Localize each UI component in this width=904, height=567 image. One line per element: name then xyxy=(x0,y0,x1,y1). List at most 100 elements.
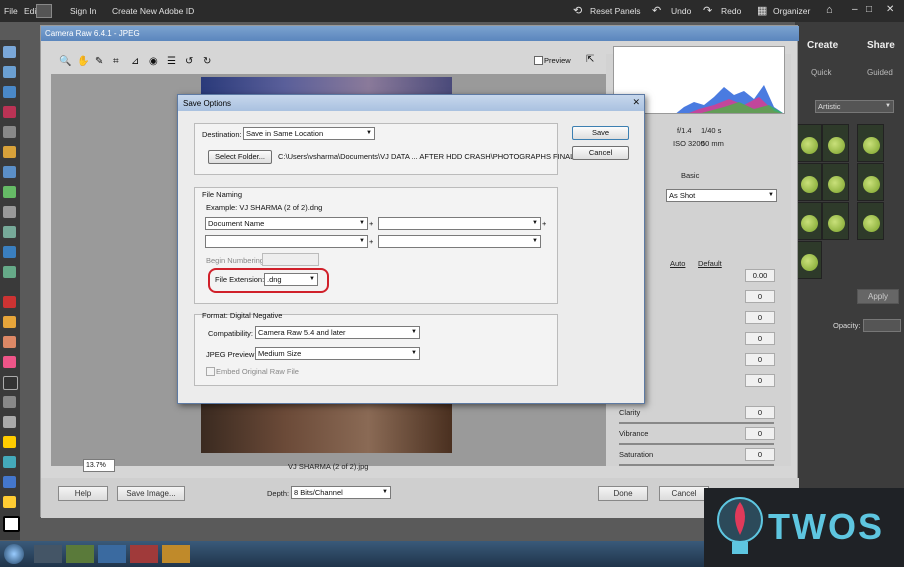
red-eye-icon[interactable] xyxy=(3,296,16,308)
naming-field-2[interactable]: ▼ xyxy=(378,217,541,230)
move-tool-icon[interactable] xyxy=(3,46,16,58)
lasso-icon[interactable] xyxy=(3,146,16,158)
blacks-field[interactable]: 0 xyxy=(745,332,775,345)
shape-tool-icon[interactable] xyxy=(3,456,16,468)
cancel-button[interactable]: Cancel xyxy=(572,146,629,160)
zoom-tool-icon[interactable] xyxy=(3,66,16,78)
apply-button[interactable]: Apply xyxy=(857,289,899,304)
undo-button[interactable]: Undo xyxy=(671,6,691,16)
clarity-field[interactable]: 0 xyxy=(745,406,775,419)
fill-light-field[interactable]: 0 xyxy=(745,311,775,324)
redo-button[interactable]: Redo xyxy=(721,6,741,16)
close-icon[interactable]: ✕ xyxy=(886,4,894,15)
menu-file[interactable]: File xyxy=(4,6,18,16)
save-button[interactable]: Save xyxy=(572,126,629,140)
begin-numbering-field[interactable] xyxy=(262,253,319,266)
auto-link[interactable]: Auto xyxy=(670,259,685,268)
crop-icon[interactable]: ⌗ xyxy=(113,56,119,67)
effect-thumbnail[interactable] xyxy=(795,163,822,201)
done-button[interactable]: Done xyxy=(598,486,648,501)
effect-thumbnail[interactable] xyxy=(857,202,884,240)
file-extension-dropdown[interactable]: .dng ▼ xyxy=(264,273,318,286)
reset-panels-button[interactable]: Reset Panels xyxy=(590,6,641,16)
taskbar-app-icon[interactable] xyxy=(66,545,94,563)
cookie-cutter-icon[interactable] xyxy=(3,246,16,258)
straighten-icon[interactable] xyxy=(3,266,16,278)
preferences-icon[interactable]: ☰ xyxy=(167,56,176,67)
embed-original-checkbox[interactable] xyxy=(206,367,215,376)
vibrance-field[interactable]: 0 xyxy=(745,427,775,440)
effect-thumbnail[interactable] xyxy=(795,241,822,279)
eraser-icon[interactable] xyxy=(3,356,16,368)
zoom-level-field[interactable]: 13.7% xyxy=(83,459,115,472)
minimize-icon[interactable]: – xyxy=(852,4,858,15)
save-image-button[interactable]: Save Image... xyxy=(117,486,185,501)
saturation-slider[interactable] xyxy=(619,464,774,466)
selection-brush-icon[interactable] xyxy=(3,186,16,198)
compatibility-dropdown[interactable]: Camera Raw 5.4 and later ▼ xyxy=(255,326,420,339)
effect-thumbnail[interactable] xyxy=(857,124,884,162)
start-button-icon[interactable] xyxy=(4,544,24,564)
effect-thumbnail[interactable] xyxy=(822,163,849,201)
effect-thumbnail[interactable] xyxy=(822,202,849,240)
taskbar-app-icon[interactable] xyxy=(130,545,158,563)
type-tool-icon[interactable] xyxy=(3,206,16,218)
color-swatch-icon[interactable] xyxy=(3,516,20,532)
share-button[interactable]: Share xyxy=(867,40,895,51)
clarity-slider[interactable] xyxy=(619,422,774,424)
preview-checkbox[interactable] xyxy=(534,56,543,65)
blur-tool-icon[interactable] xyxy=(3,476,16,488)
taskbar-app-icon[interactable] xyxy=(34,545,62,563)
jpeg-preview-dropdown[interactable]: Medium Size ▼ xyxy=(255,347,420,360)
help-button[interactable]: Help xyxy=(58,486,108,501)
naming-field-1[interactable]: Document Name ▼ xyxy=(205,217,368,230)
sponge-tool-icon[interactable] xyxy=(3,496,16,508)
healing-brush-icon[interactable] xyxy=(3,316,16,328)
effect-thumbnail[interactable] xyxy=(857,163,884,201)
rotate-right-icon[interactable]: ↻ xyxy=(203,56,211,67)
organizer-button[interactable]: Organizer xyxy=(773,6,810,16)
effect-thumbnail[interactable] xyxy=(822,124,849,162)
maximize-icon[interactable]: □ xyxy=(866,4,872,15)
vibrance-slider[interactable] xyxy=(619,443,774,445)
white-balance-dropdown[interactable]: As Shot ▼ xyxy=(666,189,777,202)
naming-field-3[interactable]: ▼ xyxy=(205,235,368,248)
style-dropdown[interactable]: Artistic ▼ xyxy=(815,100,894,113)
depth-dropdown[interactable]: 8 Bits/Channel ▼ xyxy=(291,486,391,499)
tab-guided[interactable]: Guided xyxy=(867,68,893,77)
eyedropper-icon[interactable] xyxy=(3,106,16,118)
taskbar-app-icon[interactable] xyxy=(98,545,126,563)
destination-dropdown[interactable]: Save in Same Location ▼ xyxy=(243,127,375,140)
fullscreen-icon[interactable]: ⇱ xyxy=(586,54,594,65)
brightness-field[interactable]: 0 xyxy=(745,353,775,366)
opacity-field[interactable] xyxy=(863,319,901,332)
home-icon[interactable]: ⌂ xyxy=(826,4,833,16)
exposure-field[interactable]: 0.00 xyxy=(745,269,775,282)
clone-stamp-icon[interactable] xyxy=(3,336,16,348)
effect-thumbnail[interactable] xyxy=(795,202,822,240)
paint-bucket-icon[interactable] xyxy=(3,416,16,428)
cancel-button[interactable]: Cancel xyxy=(659,486,709,501)
white-balance-icon[interactable]: ✎ xyxy=(95,56,103,67)
create-adobe-id-link[interactable]: Create New Adobe ID xyxy=(112,6,194,16)
zoom-icon[interactable]: 🔍 xyxy=(59,56,71,67)
recovery-field[interactable]: 0 xyxy=(745,290,775,303)
tab-basic[interactable]: Basic xyxy=(681,171,699,180)
hand-tool-icon[interactable] xyxy=(3,86,16,98)
taskbar-app-icon[interactable] xyxy=(162,545,190,563)
crop-tool-icon[interactable] xyxy=(3,226,16,238)
workspace-icon[interactable] xyxy=(36,4,52,18)
contrast-field[interactable]: 0 xyxy=(745,374,775,387)
red-eye-icon[interactable]: ◉ xyxy=(149,56,158,67)
default-link[interactable]: Default xyxy=(698,259,722,268)
tab-quick[interactable]: Quick xyxy=(811,68,831,77)
brush-tool-icon[interactable] xyxy=(3,376,18,390)
marquee-icon[interactable] xyxy=(3,126,16,138)
create-button[interactable]: Create xyxy=(807,40,838,51)
magic-wand-icon[interactable] xyxy=(3,166,16,178)
effect-thumbnail[interactable] xyxy=(795,124,822,162)
naming-field-4[interactable]: ▼ xyxy=(378,235,541,248)
gradient-icon[interactable] xyxy=(3,436,16,448)
select-folder-button[interactable]: Select Folder... xyxy=(208,150,272,164)
dialog-close-icon[interactable]: ✕ xyxy=(632,97,640,108)
